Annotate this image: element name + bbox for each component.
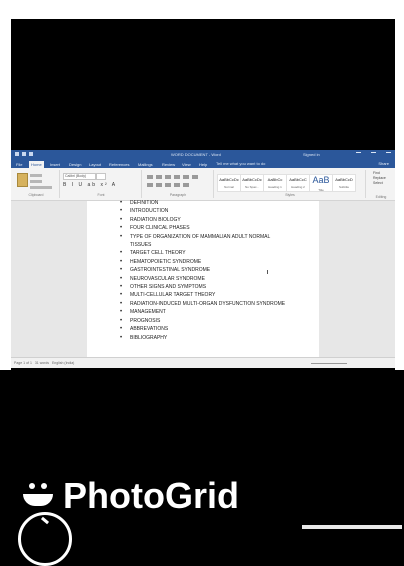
word-window: WORD DOCUMENT - Word Signed in File Home…	[11, 150, 395, 368]
style-heading-2[interactable]: AaBbCcC Heading 2	[286, 174, 310, 192]
mouse-cursor	[267, 270, 268, 274]
status-info: Page 1 of 1 31 words English (India)	[14, 361, 74, 365]
document-title: WORD DOCUMENT - Word	[171, 152, 221, 157]
editing-group: Find Replace Select	[373, 171, 386, 186]
paragraph-label: Paragraph	[169, 193, 187, 197]
quick-access-toolbar	[15, 152, 33, 156]
list-item: INTRODUCTION	[120, 207, 290, 216]
list-item: NEUROVASCULAR SYNDROME	[120, 275, 290, 284]
document-page[interactable]: DEFINITION INTRODUCTION RADIATION BIOLOG…	[87, 199, 319, 361]
style-normal[interactable]: AaBbCcDc Normal	[217, 174, 241, 192]
list-item: ABBREVATIONS	[120, 325, 290, 334]
tab-view[interactable]: View	[180, 161, 193, 168]
list-item: MULTI-CELLULAR TARGET THEORY	[120, 291, 290, 300]
tab-review[interactable]: Review	[160, 161, 177, 168]
tab-insert[interactable]: Insert	[48, 161, 62, 168]
window-controls	[356, 152, 391, 157]
style-no-spacing[interactable]: AaBbCcDc No Spac...	[240, 174, 264, 192]
tab-design[interactable]: Design	[67, 161, 83, 168]
tab-references[interactable]: References	[107, 161, 131, 168]
tell-me-search[interactable]: Tell me what you want to do	[216, 161, 265, 166]
paste-icon[interactable]	[17, 173, 28, 187]
list-item: OTHER SIGNS AND SYMPTOMS	[120, 283, 290, 292]
save-icon[interactable]	[15, 152, 19, 156]
tab-help[interactable]: Help	[197, 161, 209, 168]
list-item: PROGNOSIS	[120, 317, 290, 326]
list-item: MANAGEMENT	[120, 308, 290, 317]
contents-list: DEFINITION INTRODUCTION RADIATION BIOLOG…	[120, 199, 290, 342]
font-size-box[interactable]	[96, 173, 106, 180]
screen-right-border	[395, 0, 404, 370]
copy-icon[interactable]	[30, 180, 42, 183]
list-item: TARGET CELL THEORY	[120, 249, 290, 258]
format-painter-icon[interactable]	[30, 186, 52, 189]
clipboard-label: Clipboard	[28, 193, 44, 197]
edit-circle-icon[interactable]	[18, 512, 72, 566]
share-button[interactable]: Share	[378, 161, 389, 166]
home-ribbon: Clipboard Calibri (Body) B I U ab x² A F…	[11, 168, 395, 201]
style-title[interactable]: AaB Title	[309, 174, 333, 192]
document-area: DEFINITION INTRODUCTION RADIATION BIOLOG…	[11, 199, 395, 361]
close-icon[interactable]	[386, 152, 391, 157]
smiley-logo-icon	[22, 481, 56, 511]
styles-label: Styles	[285, 193, 295, 197]
style-heading-1[interactable]: AaBbCc Heading 1	[263, 174, 287, 192]
styles-group: AaBbCcDc Normal AaBbCcDc No Spac... AaBbCc…	[215, 170, 366, 198]
minimize-icon[interactable]	[356, 152, 361, 157]
font-group: Calibri (Body) B I U ab x² A Font	[61, 170, 142, 198]
redo-icon[interactable]	[29, 152, 33, 156]
user-account[interactable]: Signed in	[303, 152, 320, 157]
undo-icon[interactable]	[22, 152, 26, 156]
language-indicator[interactable]: English (India)	[52, 361, 74, 365]
tab-home[interactable]: Home	[29, 161, 44, 168]
photogrid-logo: PhotoGrid	[22, 474, 239, 518]
corner-bar	[302, 525, 402, 529]
zoom-slider[interactable]	[311, 363, 347, 364]
tab-mailings[interactable]: Mailings	[136, 161, 155, 168]
list-item: TYPE OF ORGANIZATION OF MAMMALIAN ADULT …	[120, 233, 290, 250]
cut-icon[interactable]	[30, 174, 42, 177]
list-item: FOUR CLINICAL PHASES	[120, 224, 290, 233]
tab-file[interactable]: File	[14, 161, 24, 168]
list-item: BIBLIOGRAPHY	[120, 334, 290, 343]
editing-label: Editing	[375, 195, 387, 199]
clipboard-group: Clipboard	[13, 170, 60, 198]
brand-name: PhotoGrid	[63, 475, 239, 516]
title-bar: WORD DOCUMENT - Word Signed in	[11, 150, 395, 160]
font-name-box[interactable]: Calibri (Body)	[63, 173, 96, 180]
status-bar: Page 1 of 1 31 words English (India)	[11, 357, 395, 368]
tab-layout[interactable]: Layout	[87, 161, 103, 168]
list-item: RADIATION-INDUCED MULTI-ORGAN DYSFUNCTIO…	[120, 300, 290, 309]
maximize-icon[interactable]	[371, 152, 376, 157]
align-buttons[interactable]	[147, 183, 189, 187]
ribbon-tabs: File Home Insert Design Layout Reference…	[11, 160, 395, 168]
list-item: RADIATION BIOLOGY	[120, 216, 290, 225]
select-button[interactable]: Select	[373, 181, 386, 186]
paragraph-group: Paragraph	[143, 170, 214, 198]
style-subtitle[interactable]: AaBbCcD Subtitle	[332, 174, 356, 192]
list-buttons[interactable]	[147, 175, 198, 179]
list-item: GASTROINTESTINAL SYNDROME	[120, 266, 290, 275]
word-count[interactable]: 31 words	[35, 361, 49, 365]
format-buttons[interactable]: B I U ab x² A	[63, 182, 117, 188]
list-item: DEFINITION	[120, 199, 290, 208]
screen-left-border	[0, 0, 11, 370]
font-label: Font	[97, 193, 105, 197]
screen-top-border	[0, 0, 404, 19]
page-count[interactable]: Page 1 of 1	[14, 361, 32, 365]
list-item: HEMATOPOIETIC SYNDROME	[120, 258, 290, 267]
